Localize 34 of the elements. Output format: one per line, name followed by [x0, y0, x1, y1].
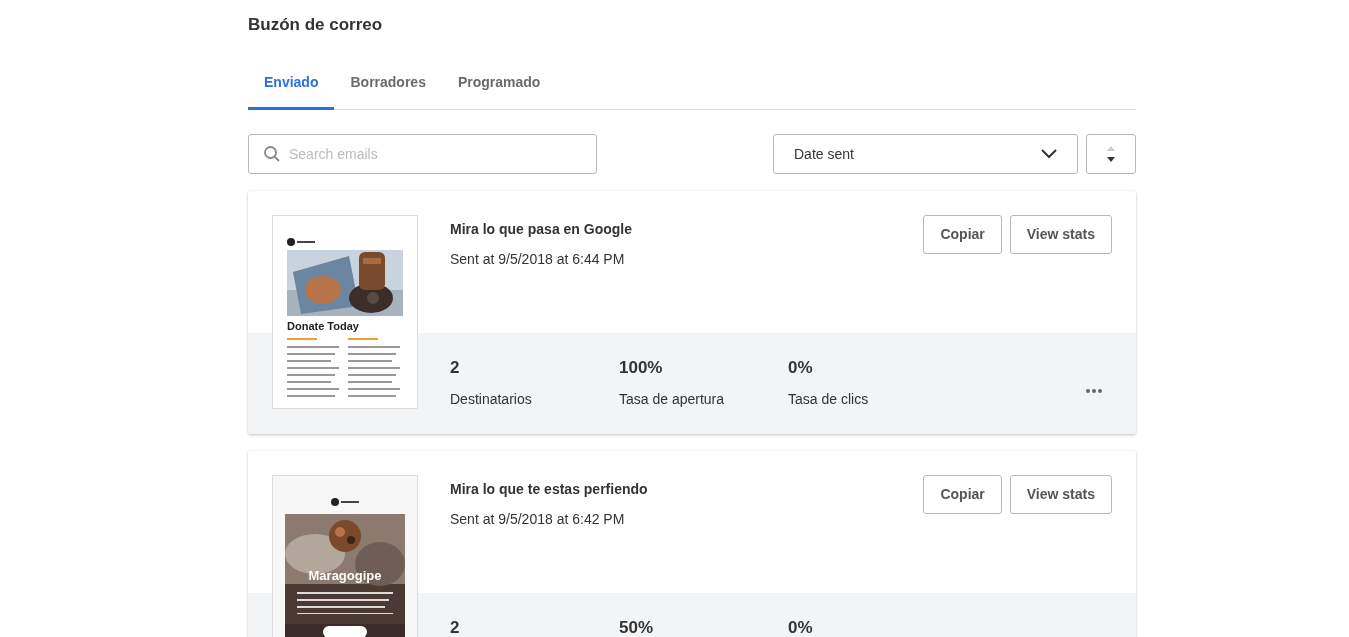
sent-time: Sent at 9/5/2018 at 6:42 PM [450, 511, 626, 527]
page-title: Buzón de correo [248, 14, 384, 36]
stat-value: 2 [450, 618, 461, 637]
tab[interactable]: Enviado [248, 58, 335, 110]
stat-value: 0% [788, 358, 814, 378]
preview-heading: Maragogipe [307, 568, 383, 584]
stat-value: 0% [788, 618, 814, 637]
email-subject[interactable]: Mira lo que pasa en Google [450, 221, 633, 237]
search-field[interactable]: Search emails [248, 134, 597, 174]
email-preview[interactable]: Maragogipe [272, 475, 418, 637]
copy-button[interactable]: Copiar [923, 215, 1002, 254]
button-shape-icon [323, 626, 367, 637]
sort-arrows-icon [1106, 145, 1116, 163]
email-preview[interactable]: Donate Today [272, 215, 418, 409]
stat-label: Tasa de apertura [619, 390, 726, 408]
stat-label: Tasa de clics [788, 390, 870, 408]
preview-heading: Donate Today [287, 319, 359, 333]
logo-icon [331, 498, 359, 506]
sort-dropdown[interactable]: Date sent [773, 134, 1078, 174]
logo-icon [287, 238, 315, 246]
tab[interactable]: Borradores [334, 58, 442, 110]
tab[interactable]: Programado [441, 58, 557, 110]
chevron-down-icon [1041, 149, 1057, 159]
stat-value: 50% [619, 618, 655, 637]
stat-value: 2 [450, 358, 461, 378]
copy-button[interactable]: Copiar [923, 475, 1002, 514]
view-stats-button[interactable]: View stats [1009, 475, 1112, 514]
email-subject[interactable]: Mira lo que te estas perfiendo [450, 481, 648, 497]
more-icon [1086, 389, 1102, 393]
view-stats-button[interactable]: View stats [1009, 215, 1112, 254]
search-icon [263, 145, 281, 163]
stat-value: 100% [619, 358, 664, 378]
stat-label: Destinatarios [450, 390, 533, 408]
sent-time: Sent at 9/5/2018 at 6:44 PM [450, 251, 626, 267]
